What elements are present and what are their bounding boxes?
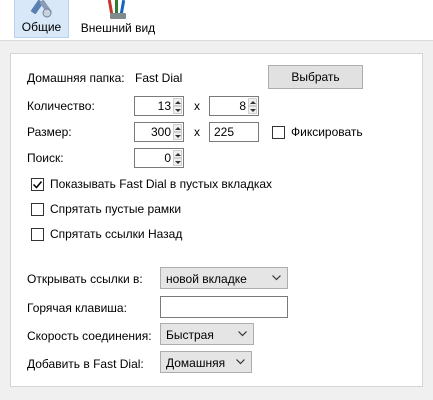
size-height-value: 225 — [214, 125, 235, 139]
search-spinner[interactable]: 0 — [134, 148, 184, 168]
arrow-down-icon — [250, 109, 256, 112]
fix-checkbox[interactable] — [272, 126, 285, 139]
speed-value: Быстрая — [166, 328, 214, 342]
search-value: 0 — [164, 151, 171, 165]
show-in-empty-tabs-checkbox[interactable] — [31, 178, 44, 191]
arrow-up-icon — [175, 153, 181, 156]
count-x-separator: x — [194, 99, 200, 113]
speed-select[interactable]: Быстрая — [160, 323, 254, 345]
arrow-up-icon — [250, 101, 256, 104]
chevron-down-icon — [272, 275, 281, 281]
search-down-button[interactable] — [173, 158, 182, 166]
count-rows-spinner[interactable]: 8 — [209, 96, 259, 116]
size-x-separator: x — [194, 125, 200, 139]
add-to-value: Домашняя — [166, 356, 226, 370]
paint-brushes-icon — [107, 0, 126, 19]
count-cols-value: 13 — [157, 99, 171, 113]
size-width-value: 300 — [150, 125, 171, 139]
count-rows-down-button[interactable] — [248, 106, 257, 114]
home-folder-label: Домашняя папка: — [27, 71, 125, 85]
show-in-empty-tabs-label: Показывать Fast Dial в пустых вкладках — [50, 177, 273, 191]
hotkey-label: Горячая клавиша: — [27, 301, 127, 315]
size-label: Размер: — [27, 125, 72, 139]
fix-label: Фиксировать — [291, 125, 363, 139]
search-up-button[interactable] — [173, 150, 182, 158]
arrow-down-icon — [175, 109, 181, 112]
tab-appearance-label: Внешний вид — [80, 21, 156, 35]
tools-icon — [30, 0, 52, 18]
tab-general[interactable]: Общие — [14, 0, 69, 38]
hide-empty-frames-checkbox[interactable] — [31, 203, 44, 216]
arrow-down-icon — [175, 161, 181, 164]
hotkey-field[interactable] — [160, 296, 288, 318]
chevron-down-icon — [236, 359, 245, 365]
open-links-value: новой вкладке — [166, 272, 247, 286]
count-label: Количество: — [27, 99, 95, 113]
speed-label: Скорость соединения: — [27, 329, 152, 343]
arrow-up-icon — [175, 127, 181, 130]
tab-general-label: Общие — [21, 20, 62, 34]
toolbar-divider — [0, 40, 433, 41]
open-links-select[interactable]: новой вкладке — [160, 267, 288, 289]
size-width-down-button[interactable] — [173, 132, 182, 140]
size-height-field[interactable]: 225 — [209, 122, 259, 142]
hide-back-links-checkbox[interactable] — [31, 228, 44, 241]
size-width-up-button[interactable] — [173, 124, 182, 132]
toolbar: Общие Внешний вид — [0, 0, 433, 40]
chevron-down-icon — [238, 331, 247, 337]
arrow-up-icon — [175, 101, 181, 104]
count-cols-spinner[interactable]: 13 — [134, 96, 184, 116]
count-rows-value: 8 — [239, 99, 246, 113]
home-folder-value: Fast Dial — [135, 71, 183, 85]
hide-empty-frames-label: Спрятать пустые рамки — [50, 202, 182, 216]
arrow-down-icon — [175, 135, 181, 138]
count-rows-up-button[interactable] — [248, 98, 257, 106]
choose-button[interactable]: Выбрать — [268, 65, 363, 89]
size-width-spinner[interactable]: 300 — [134, 122, 184, 142]
add-to-select[interactable]: Домашняя — [160, 351, 252, 373]
count-cols-down-button[interactable] — [173, 106, 182, 114]
add-to-label: Добавить в Fast Dial: — [27, 357, 144, 371]
checkmark-icon — [32, 181, 43, 189]
hide-back-links-label: Спрятать ссылки Назад — [50, 227, 183, 241]
open-links-label: Открывать ссылки в: — [27, 272, 143, 286]
tab-appearance[interactable]: Внешний вид — [73, 0, 163, 38]
search-label: Поиск: — [27, 151, 64, 165]
count-cols-up-button[interactable] — [173, 98, 182, 106]
settings-panel: Домашняя папка: Fast Dial Выбрать Количе… — [10, 53, 423, 387]
